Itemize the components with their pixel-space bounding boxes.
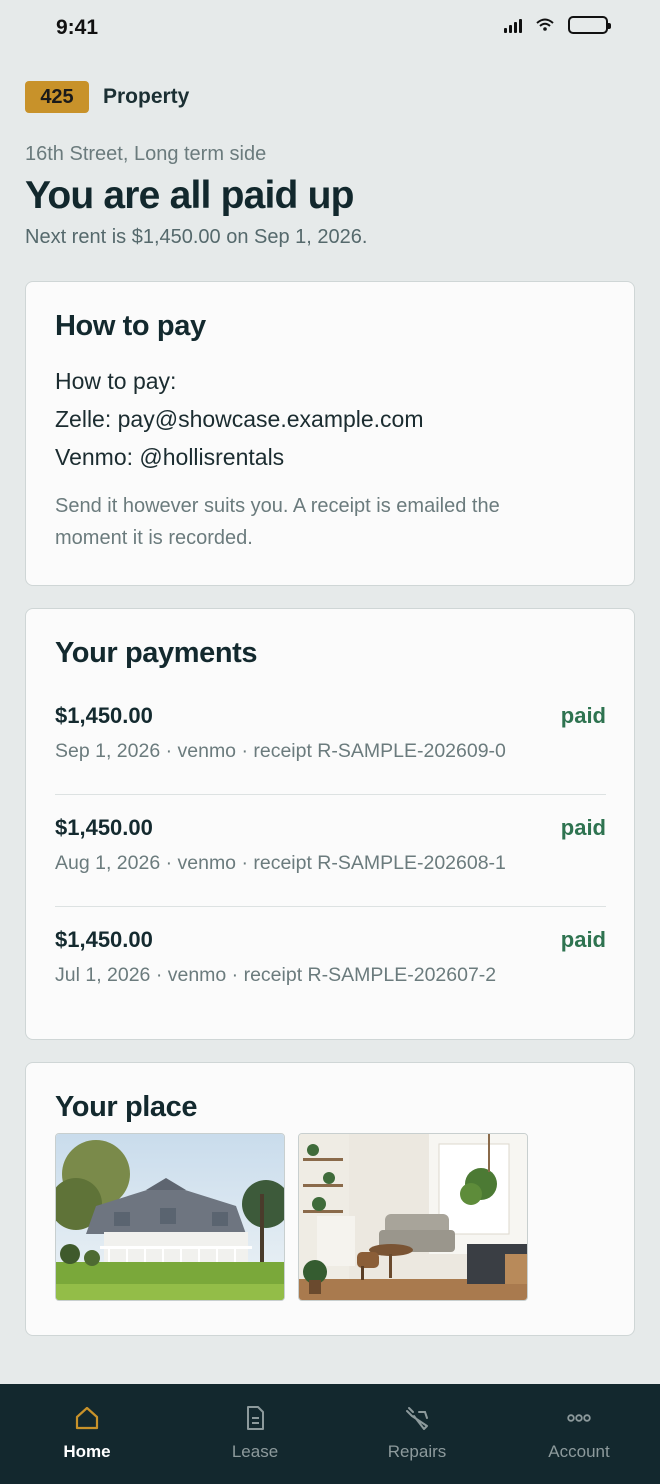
payment-amount: $1,450.00 xyxy=(55,815,153,840)
tab-account-label: Account xyxy=(548,1442,610,1461)
venmo-instruction: Venmo: @hollisrentals xyxy=(55,444,285,470)
property-number-badge: 425 xyxy=(25,81,89,113)
wifi-icon xyxy=(536,18,554,31)
living-room-photo[interactable] xyxy=(298,1133,528,1301)
how-to-pay-card: How to pay How to pay: Zelle: pay@showca… xyxy=(25,281,635,586)
tab-lease-label: Lease xyxy=(231,1442,279,1461)
tab-lease[interactable]: Lease xyxy=(174,1384,336,1484)
payment-status: paid xyxy=(560,927,606,952)
signal-icon xyxy=(504,18,522,33)
status-time: 9:41 xyxy=(56,16,99,39)
property-header[interactable]: 425 Property xyxy=(25,81,189,113)
next-rent-text: Next rent is $1,450.00 on Sep 1, 2026. xyxy=(25,226,368,248)
payment-details: Sep 1, 2026 · venmo · receipt R-SAMPLE-2… xyxy=(55,740,506,762)
payment-row[interactable]: $1,450.00 Aug 1, 2026 · venmo · receipt … xyxy=(55,795,606,907)
property-label: Property xyxy=(103,85,190,108)
payment-amount: $1,450.00 xyxy=(55,703,153,728)
receipt-note: Send it however suits you. A receipt is … xyxy=(55,495,500,549)
document-icon xyxy=(247,1406,264,1430)
tab-repairs[interactable]: Repairs xyxy=(336,1384,498,1484)
house-exterior-photo[interactable] xyxy=(55,1133,285,1301)
status-icons xyxy=(504,16,611,34)
payments-card: Your payments $1,450.00 Sep 1, 2026 · ve… xyxy=(25,608,635,1040)
home-icon xyxy=(75,1406,99,1430)
payment-row[interactable]: $1,450.00 Jul 1, 2026 · venmo · receipt … xyxy=(55,907,606,1019)
payment-details: Jul 1, 2026 · venmo · receipt R-SAMPLE-2… xyxy=(55,964,497,986)
payments-title: Your payments xyxy=(55,637,258,669)
property-address: 16th Street, Long term side xyxy=(25,143,267,165)
battery-icon xyxy=(568,16,611,34)
status-bar: 9:41 xyxy=(0,0,660,56)
more-icon xyxy=(567,1414,591,1422)
instruction-line: How to pay: xyxy=(55,368,177,394)
tab-home[interactable]: Home xyxy=(0,1384,174,1484)
payment-details: Aug 1, 2026 · venmo · receipt R-SAMPLE-2… xyxy=(55,852,506,874)
your-place-card: Your place xyxy=(25,1062,635,1336)
tab-repairs-label: Repairs xyxy=(387,1442,447,1461)
payment-row[interactable]: $1,450.00 Sep 1, 2026 · venmo · receipt … xyxy=(55,683,606,795)
payment-status: paid xyxy=(560,703,606,728)
wrench-icon xyxy=(406,1407,428,1430)
your-place-title: Your place xyxy=(55,1091,198,1123)
how-to-pay-title: How to pay xyxy=(55,310,206,342)
tab-account[interactable]: Account xyxy=(498,1384,660,1484)
zelle-instruction: Zelle: pay@showcase.example.com xyxy=(55,406,424,432)
tab-home-label: Home xyxy=(63,1442,111,1461)
page-title: You are all paid up xyxy=(25,174,354,217)
payment-amount: $1,450.00 xyxy=(55,927,153,952)
payment-status: paid xyxy=(560,815,606,840)
payment-instructions: How to pay: Zelle: pay@showcase.example.… xyxy=(55,362,606,476)
place-photos xyxy=(55,1133,606,1301)
payments-list: $1,450.00 Sep 1, 2026 · venmo · receipt … xyxy=(55,683,606,1019)
bottom-tab-bar: Home Lease Repairs Account xyxy=(0,1384,660,1484)
